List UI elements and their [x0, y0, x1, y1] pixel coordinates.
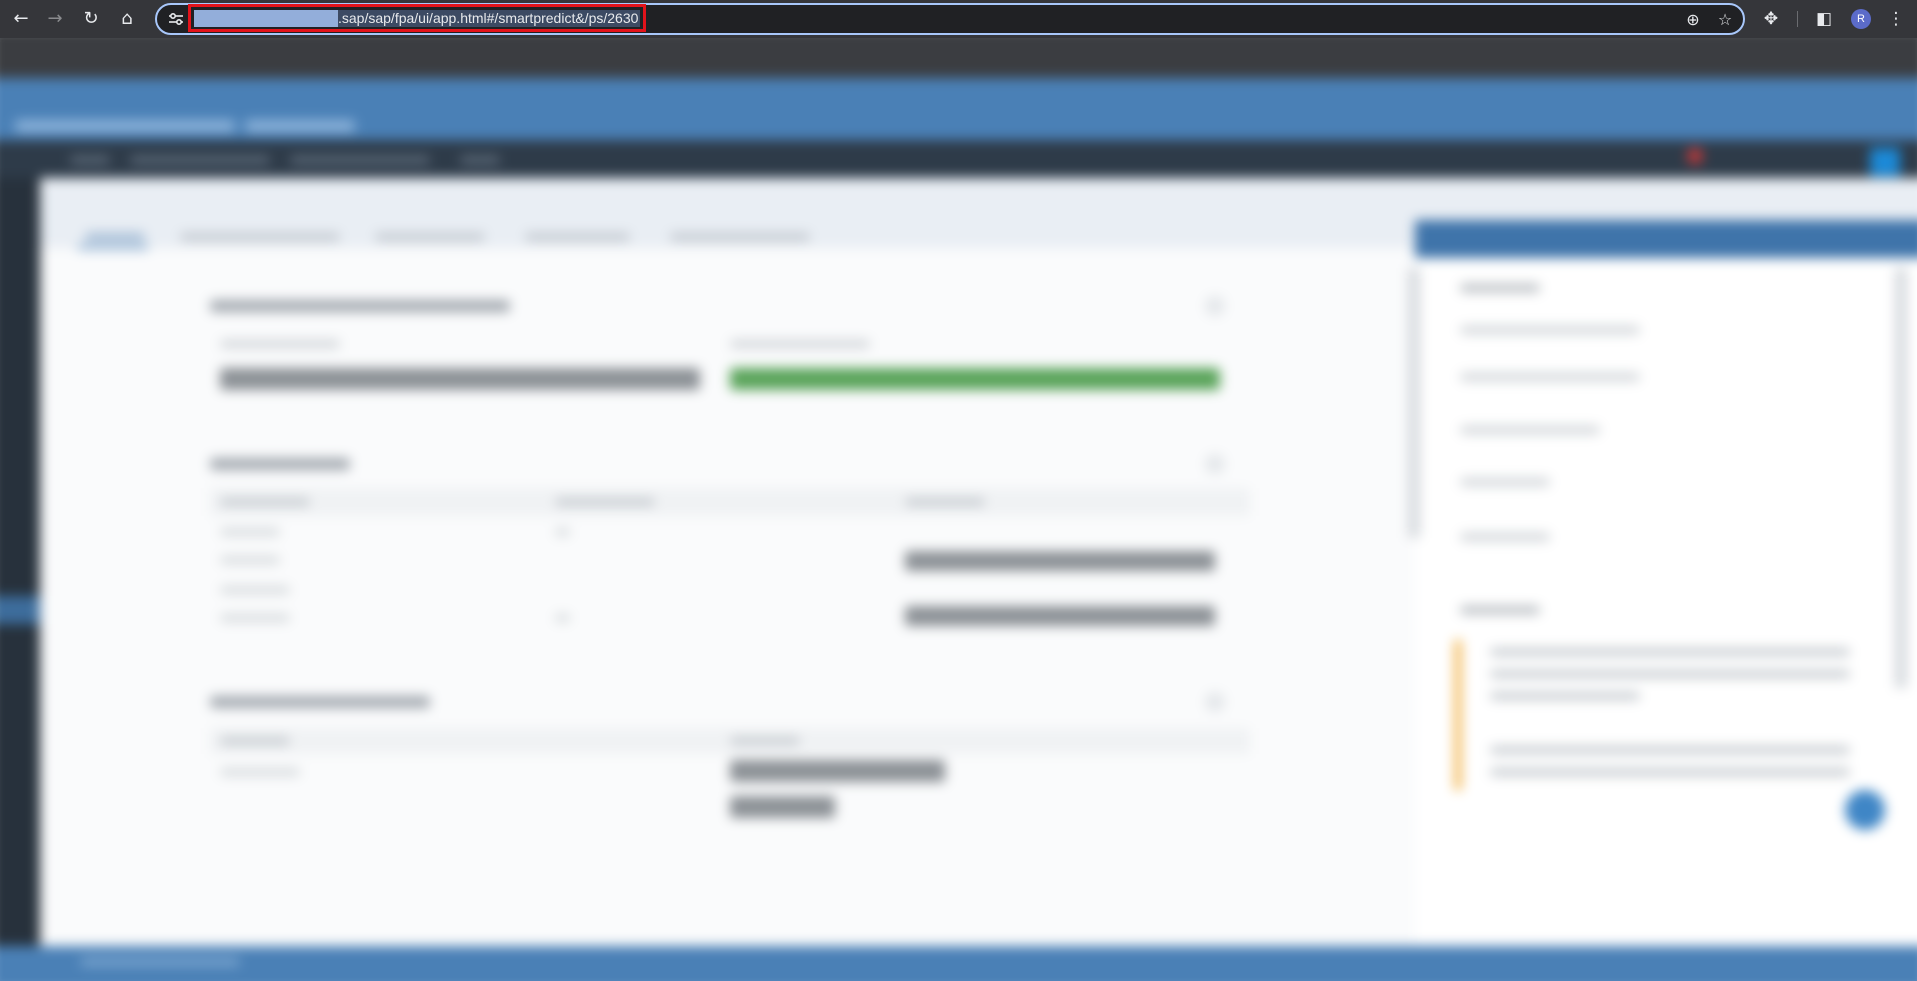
address-bar[interactable]: .sap/sap/fpa/ui/app.html#/smartpredict&/… — [155, 3, 1745, 35]
browser-toolbar: ← → ↻ ⌂ .sap/sap/fpa/ui/app.html#/smartp… — [0, 0, 1917, 38]
url-text[interactable]: .sap/sap/fpa/ui/app.html#/smartpredict&/… — [338, 9, 641, 27]
app-toolbar — [0, 140, 1917, 178]
redacted-host — [194, 9, 338, 27]
forward-arrow-icon[interactable]: → — [42, 6, 68, 32]
tune-icon[interactable] — [167, 11, 185, 27]
puzzle-icon[interactable]: ✥ — [1759, 7, 1783, 31]
kebab-menu-icon[interactable]: ⋮ — [1884, 7, 1908, 31]
side-panel-icon[interactable]: ◧ — [1812, 7, 1836, 31]
blurred-layer — [0, 38, 1917, 981]
left-nav-rail — [0, 178, 40, 981]
indicator-bar-success — [730, 368, 1220, 390]
star-icon[interactable]: ☆ — [1714, 9, 1736, 31]
status-footer — [0, 946, 1917, 981]
back-arrow-icon[interactable]: ← — [8, 6, 34, 32]
right-side-panel — [1415, 220, 1917, 981]
warning-strip — [1455, 640, 1461, 790]
toolbar-divider — [1797, 11, 1798, 27]
blurred-app-content — [0, 38, 1917, 981]
profile-avatar[interactable]: R — [1851, 9, 1871, 29]
zoom-icon[interactable]: ⊕ — [1682, 9, 1704, 31]
indicator-bar-neutral — [220, 368, 700, 390]
home-icon[interactable]: ⌂ — [114, 6, 140, 32]
url-highlight-box: .sap/sap/fpa/ui/app.html#/smartpredict&/… — [188, 4, 647, 32]
reload-icon[interactable]: ↻ — [78, 6, 104, 32]
